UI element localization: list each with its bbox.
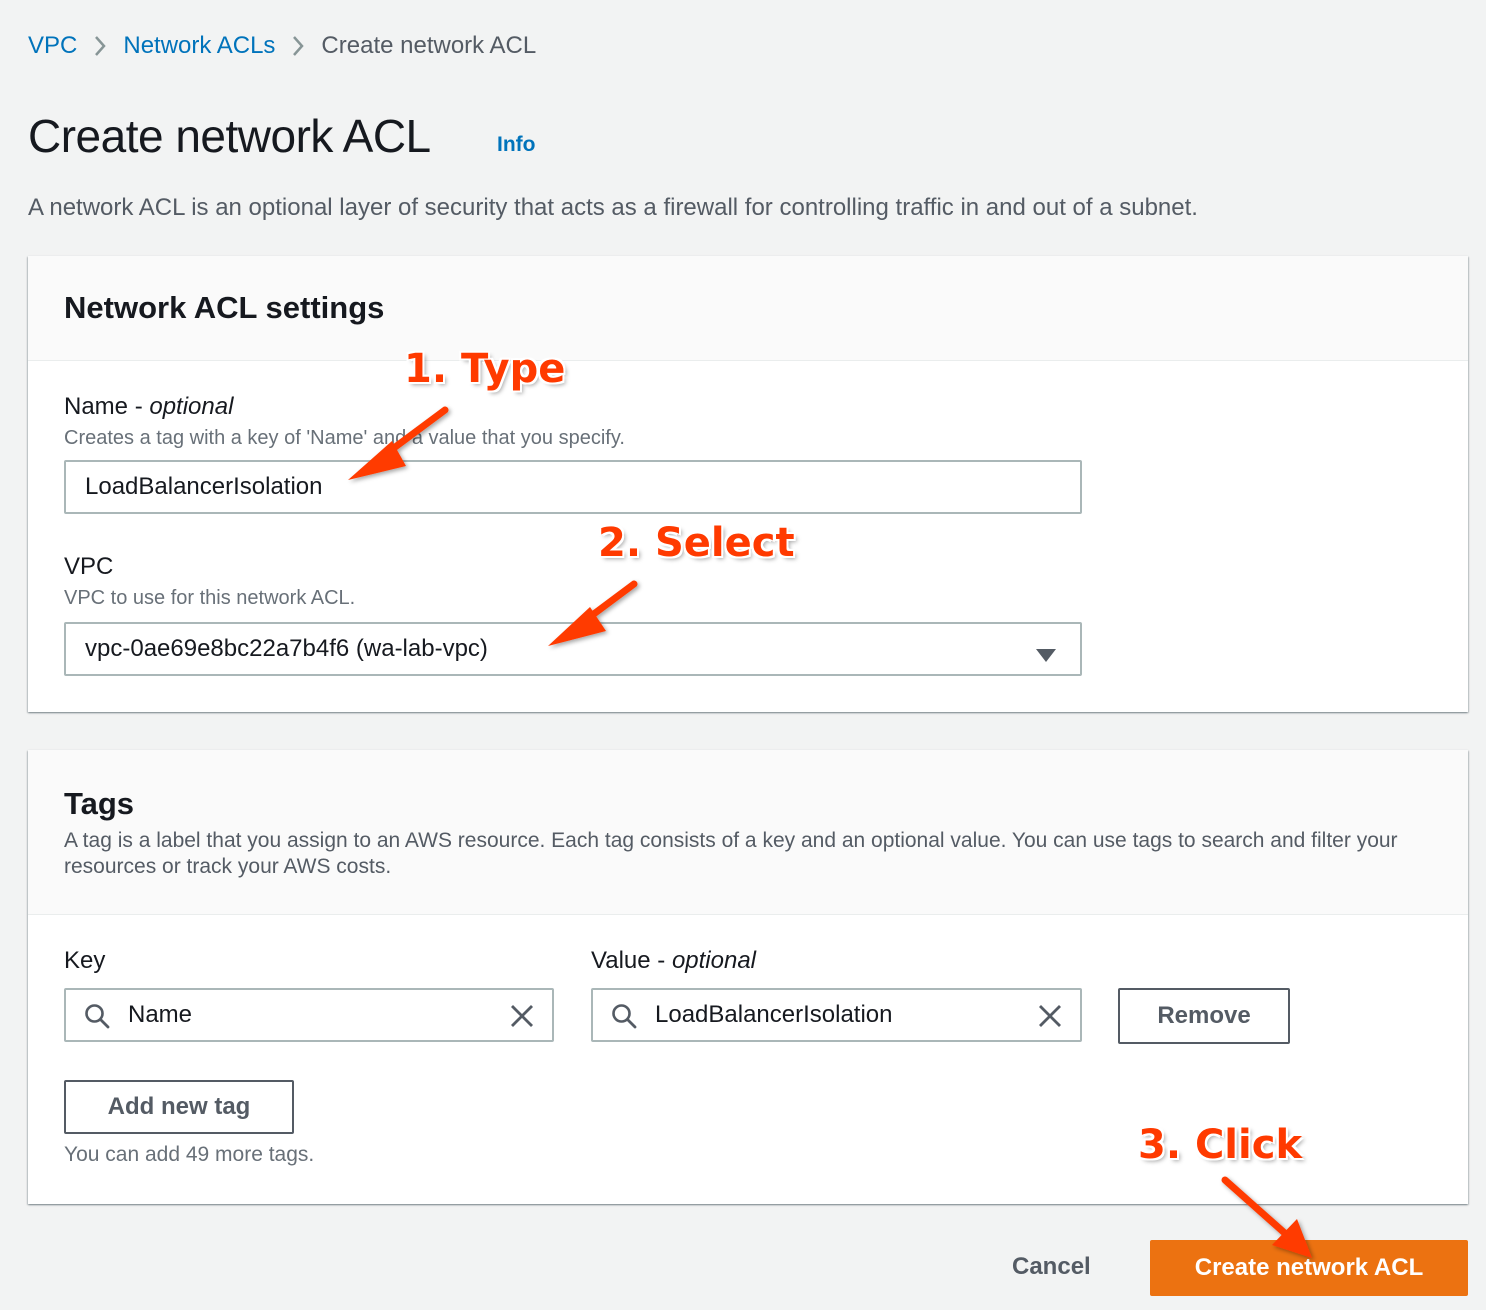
optional-label: optional <box>149 393 234 420</box>
search-icon <box>84 1003 110 1029</box>
vpc-select[interactable]: vpc-0ae69e8bc22a7b4f6 (wa-lab-vpc) <box>64 622 1082 676</box>
label-separator: - <box>650 947 672 974</box>
chevron-right-icon <box>77 28 123 64</box>
name-label-text: Name <box>64 393 129 420</box>
search-icon <box>611 1003 637 1029</box>
create-network-acl-button[interactable]: Create network ACL <box>1150 1240 1468 1296</box>
page-title: Create network ACL <box>28 110 431 162</box>
remove-tag-button[interactable]: Remove <box>1118 988 1290 1044</box>
tag-key-input[interactable]: Name <box>64 988 554 1042</box>
breadcrumb-network-acls-link[interactable]: Network ACLs <box>123 32 275 60</box>
tag-key-value: Name <box>128 1001 193 1028</box>
close-icon[interactable] <box>510 1004 534 1028</box>
tags-title: Tags <box>64 786 135 821</box>
vpc-field-label: VPC <box>64 553 114 580</box>
value-label-text: Value <box>591 947 651 974</box>
name-input[interactable]: LoadBalancerIsolation <box>64 460 1082 514</box>
vpc-field-hint: VPC to use for this network ACL. <box>64 587 356 609</box>
tag-value-label: Value - optional <box>591 947 756 975</box>
panel-header: Tags A tag is a label that you assign to… <box>28 750 1468 915</box>
tag-value-value: LoadBalancerIsolation <box>655 1001 893 1028</box>
breadcrumb-vpc-link[interactable]: VPC <box>28 32 77 60</box>
panel-title: Network ACL settings <box>64 290 385 325</box>
panel-header: Network ACL settings <box>28 256 1468 361</box>
name-field-label: Name - optional <box>64 393 233 421</box>
label-separator: - <box>128 393 150 420</box>
tag-limit-text: You can add 49 more tags. <box>64 1143 315 1166</box>
info-link[interactable]: Info <box>497 133 535 157</box>
chevron-right-icon <box>275 28 321 64</box>
breadcrumb: VPC Network ACLs Create network ACL <box>28 28 536 64</box>
annotation-step1: 1. Type <box>404 346 566 392</box>
annotation-step2: 2. Select <box>598 520 795 566</box>
cancel-button[interactable]: Cancel <box>1012 1253 1091 1281</box>
network-acl-settings-panel: Network ACL settings Name - optional Cre… <box>28 256 1468 712</box>
name-input-value: LoadBalancerIsolation <box>85 473 323 500</box>
add-new-tag-button[interactable]: Add new tag <box>64 1080 294 1134</box>
tag-value-input[interactable]: LoadBalancerIsolation <box>591 988 1082 1042</box>
tags-description: A tag is a label that you assign to an A… <box>64 829 1398 878</box>
annotation-step3: 3. Click <box>1138 1122 1303 1168</box>
name-field-hint: Creates a tag with a key of 'Name' and a… <box>64 427 625 449</box>
optional-label: optional <box>671 947 757 974</box>
tag-key-label: Key <box>64 947 106 974</box>
caret-down-icon <box>1036 642 1056 662</box>
breadcrumb-current: Create network ACL <box>321 32 537 59</box>
vpc-select-value: vpc-0ae69e8bc22a7b4f6 (wa-lab-vpc) <box>85 635 488 662</box>
page-description: A network ACL is an optional layer of se… <box>28 194 1198 221</box>
close-icon[interactable] <box>1038 1004 1062 1028</box>
